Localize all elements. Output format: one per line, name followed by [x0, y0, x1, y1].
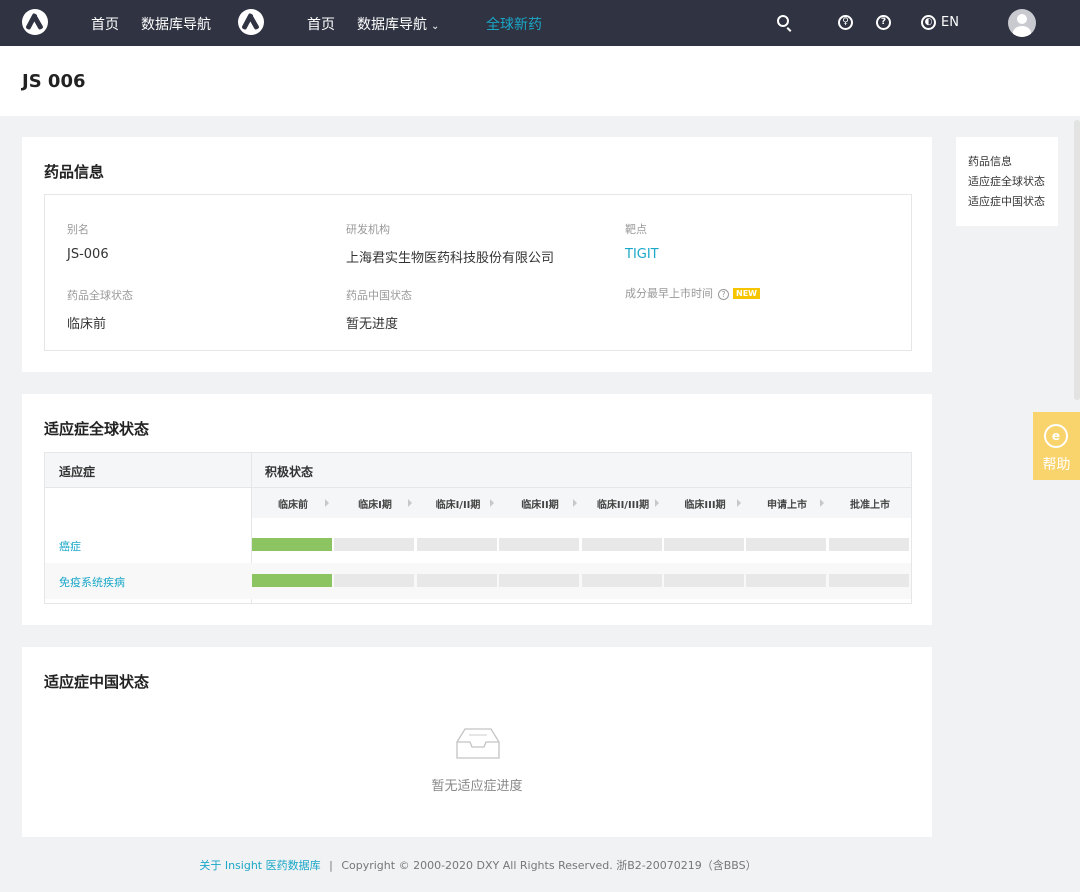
empty-state-text: 暂无适应症进度: [431, 779, 523, 794]
indication-column-header: 适应症: [59, 465, 96, 479]
drug-info-card: 药品信息 别名 JS-006 研发机构 上海君实生物医药科技股份有限公司 靶点 …: [22, 137, 932, 372]
china-status-title: 适应症中国状态: [44, 673, 150, 691]
footer-copyright: Copyright © 2000-2020 DXY All Rights Res…: [341, 859, 757, 872]
footer-separator: |: [329, 859, 333, 872]
help-label: 帮助: [1042, 457, 1071, 473]
stage-arrow-icon: [490, 499, 494, 507]
china-status-card: 适应症中国状态 暂无适应症进度: [22, 647, 932, 837]
progress-segment-empty: [417, 538, 497, 551]
indication-link[interactable]: 免疫系统疾病: [59, 574, 125, 590]
section-sidenav: 药品信息 适应症全球状态 适应症中国状态: [956, 137, 1058, 226]
stage-arrow-icon: [408, 499, 412, 507]
stage-header: 临床I期: [358, 500, 392, 511]
status-column-header: 积极状态: [265, 465, 314, 479]
table-header: 适应症 积极状态: [45, 453, 911, 488]
dxy-logo-icon[interactable]: [22, 9, 48, 35]
progress-segment-empty: [417, 574, 497, 587]
nav-database-label: 数据库导航: [357, 17, 427, 33]
nav-home-link-secondary[interactable]: 首页: [307, 14, 335, 34]
footer-about-link[interactable]: 关于 Insight 医药数据库: [199, 859, 320, 872]
stage-header: 临床前: [278, 500, 308, 511]
stage-arrow-icon: [737, 499, 741, 507]
sidenav-item-china-status[interactable]: 适应症中国状态: [968, 193, 1045, 209]
progress-segment-empty: [334, 538, 414, 551]
footer: 关于 Insight 医药数据库 | Copyright © 2000-2020…: [0, 857, 956, 873]
indication-status-table: 适应症 积极状态 临床前 临床I期 临床I/II期 临床II期 临床II/III期 临床I…: [44, 452, 912, 604]
chat-icon: e: [1044, 424, 1068, 448]
stage-header: 申请上市: [767, 500, 807, 511]
stage-header: 临床II/III期: [596, 500, 650, 511]
nav-database-dropdown[interactable]: 数据库导航 ⌄: [357, 14, 439, 34]
target-label: 靶点: [625, 223, 647, 236]
indication-row[interactable]: 癌症: [45, 527, 911, 563]
help-circle-icon[interactable]: ?: [876, 15, 891, 30]
empty-inbox-icon: [456, 728, 500, 759]
search-icon[interactable]: [777, 15, 789, 27]
target-link[interactable]: TIGIT: [625, 247, 659, 262]
new-badge: NEW: [733, 288, 760, 299]
progress-segment-empty: [499, 574, 579, 587]
stage-header: 批准上市: [850, 500, 890, 511]
progress-segment-empty: [334, 574, 414, 587]
stage-header: 临床III期: [684, 500, 726, 511]
scrollbar[interactable]: [1074, 120, 1080, 400]
progress-segment-filled: [252, 538, 332, 551]
dxy-logo-icon-secondary[interactable]: [238, 9, 264, 35]
globe-icon[interactable]: ◐: [921, 15, 936, 30]
lightbulb-icon[interactable]: ♀: [838, 15, 853, 30]
stage-header: 临床II期: [521, 500, 559, 511]
help-button[interactable]: e 帮助: [1033, 412, 1080, 480]
stage-header-row: 临床前 临床I期 临床I/II期 临床II期 临床II/III期 临床III期 申请上市 批准…: [252, 488, 911, 518]
nav-global-new-drugs-link[interactable]: 全球新药: [486, 14, 542, 34]
global-status-label: 药品全球状态: [67, 289, 133, 302]
progress-segment-empty: [582, 538, 662, 551]
drug-info-box: 别名 JS-006 研发机构 上海君实生物医药科技股份有限公司 靶点 TIGIT…: [44, 194, 912, 351]
stage-arrow-icon: [655, 499, 659, 507]
question-icon[interactable]: ?: [718, 289, 729, 300]
indication-row[interactable]: 免疫系统疾病: [45, 563, 911, 599]
top-nav: 首页 数据库导航 首页 数据库导航 ⌄ 全球新药 ♀ ? ◐ EN: [0, 0, 1080, 46]
stage-arrow-icon: [325, 499, 329, 507]
global-status-title: 适应症全球状态: [44, 420, 150, 438]
sidenav-item-global-status[interactable]: 适应症全球状态: [968, 173, 1045, 189]
progress-segment-empty: [746, 574, 826, 587]
stage-arrow-icon: [573, 499, 577, 507]
drug-info-title: 药品信息: [44, 163, 105, 181]
china-status-value: 暂无进度: [346, 317, 399, 332]
global-status-card: 适应症全球状态 适应症 积极状态 临床前 临床I期 临床I/II期 临床II期 临床II…: [22, 394, 932, 625]
nav-database-link[interactable]: 数据库导航: [141, 14, 211, 34]
progress-segment-empty: [829, 574, 909, 587]
progress-segment-empty: [664, 574, 744, 587]
progress-segment-empty: [829, 538, 909, 551]
progress-segment-empty: [664, 538, 744, 551]
earliest-launch-label: 成分最早上市时间? NEW: [625, 285, 760, 301]
alias-value: JS-006: [67, 247, 109, 262]
progress-segment-filled: [252, 574, 332, 587]
progress-segment-empty: [499, 538, 579, 551]
alias-label: 别名: [67, 223, 89, 236]
user-avatar[interactable]: [1008, 9, 1036, 37]
china-status-label: 药品中国状态: [346, 289, 412, 302]
stage-header: 临床I/II期: [435, 500, 481, 511]
progress-segment-empty: [746, 538, 826, 551]
global-status-value: 临床前: [67, 317, 107, 332]
earliest-launch-label-text: 成分最早上市时间: [625, 287, 713, 300]
chevron-down-icon: ⌄: [431, 21, 440, 32]
page-header: JS 006: [0, 46, 1080, 116]
developer-label: 研发机构: [346, 223, 390, 236]
stage-arrow-icon: [820, 499, 824, 507]
progress-segment-empty: [582, 574, 662, 587]
sidenav-item-drug-info[interactable]: 药品信息: [968, 153, 1012, 169]
page-title: JS 006: [22, 71, 86, 92]
nav-home-link[interactable]: 首页: [91, 14, 119, 34]
indication-link[interactable]: 癌症: [59, 538, 81, 554]
language-switch[interactable]: EN: [941, 15, 959, 30]
developer-value: 上海君实生物医药科技股份有限公司: [346, 251, 555, 266]
